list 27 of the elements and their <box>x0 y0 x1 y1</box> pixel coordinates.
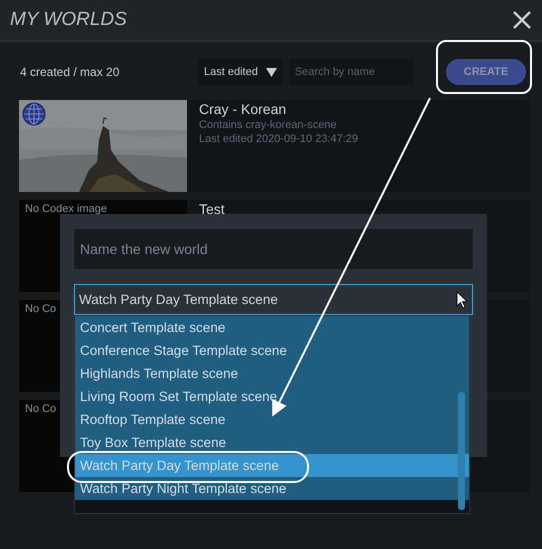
template-select[interactable]: Watch Party Day Template scene <box>74 284 473 315</box>
template-option[interactable]: Conference Stage Template scene <box>75 339 469 362</box>
template-option[interactable]: Rooftop Template scene <box>75 408 469 431</box>
template-option[interactable]: Concert Template scene <box>75 316 469 339</box>
template-option[interactable]: Living Room Set Template scene <box>75 385 469 408</box>
pointer-icon <box>456 290 468 308</box>
name-field[interactable]: Name the new world <box>74 229 473 269</box>
create-button[interactable]: CREATE <box>446 59 526 85</box>
globe-icon <box>22 102 46 126</box>
template-option[interactable]: Toy Box Template scene <box>75 431 469 454</box>
world-card[interactable]: Cray - Korean Contains cray-korean-scene Last edited 2020-09-10 23:47:29 <box>19 100 530 192</box>
world-scene: Contains cray-korean-scene <box>199 119 338 131</box>
window-title: MY WORLDS <box>10 9 127 31</box>
scrollbar[interactable] <box>458 392 465 510</box>
world-count: 4 created / max 20 <box>20 65 120 79</box>
no-image-label: No Co <box>25 403 56 415</box>
sort-dropdown[interactable]: Last edited <box>198 59 283 85</box>
no-image-label: No Codex image <box>25 203 107 215</box>
search-field[interactable]: Search by name <box>288 59 413 85</box>
last-edited-date: Last edited 2020-09-10 23:47:29 <box>199 133 358 145</box>
world-title: Cray - Korean <box>199 101 288 117</box>
close-icon[interactable] <box>512 10 532 30</box>
no-image-label: No Co <box>25 303 56 315</box>
world-title: Test <box>199 201 225 217</box>
template-option[interactable]: Watch Party Night Template scene <box>75 477 469 500</box>
caret-icon <box>266 68 277 76</box>
template-option[interactable]: Highlands Template scene <box>75 362 469 385</box>
